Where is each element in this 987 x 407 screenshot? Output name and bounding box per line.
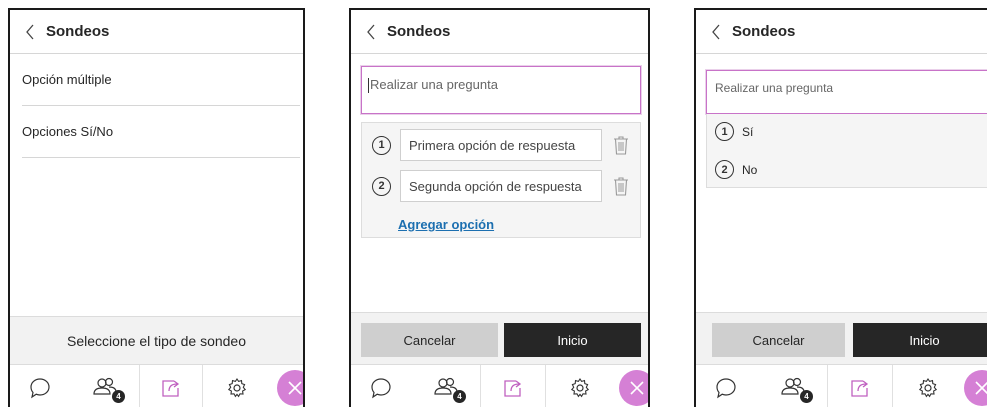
- gear-icon: [227, 377, 247, 397]
- select-poll-type-prompt: Seleccione el tipo de sondeo: [10, 316, 303, 364]
- chat-bubble-icon: [716, 377, 736, 398]
- bottom-nav: 4: [10, 364, 303, 407]
- back-chevron-icon[interactable]: [361, 22, 381, 42]
- chat-bubble-icon: [30, 377, 50, 398]
- bottom-nav: 4: [696, 364, 987, 407]
- share-icon: [851, 379, 869, 397]
- attendees-count-badge: 4: [112, 390, 125, 403]
- close-panel-button[interactable]: [619, 370, 648, 406]
- close-icon: [288, 381, 302, 395]
- page-title: Sondeos: [387, 23, 451, 40]
- share-icon: [162, 379, 180, 397]
- add-option-link[interactable]: Agregar opción: [398, 217, 494, 232]
- chat-button[interactable]: [696, 365, 756, 407]
- trash-icon[interactable]: [612, 134, 630, 156]
- share-content-button[interactable]: [827, 365, 893, 407]
- poll-type-panel: Sondeos Opción múltiple Opciones Sí/No S…: [8, 8, 305, 407]
- multiple-choice-poll-panel: Sondeos Realizar una pregunta 1 Primera …: [349, 8, 650, 407]
- cancel-button[interactable]: Cancelar: [361, 323, 498, 357]
- back-chevron-icon[interactable]: [20, 22, 40, 42]
- attendees-count-badge: 4: [453, 390, 466, 403]
- second-answer-input[interactable]: Segunda opción de respuesta: [400, 170, 602, 202]
- share-icon: [504, 379, 522, 397]
- text-caret: [368, 78, 369, 93]
- start-button[interactable]: Inicio: [853, 323, 987, 357]
- close-icon: [975, 381, 987, 395]
- poll-type-multiple-choice[interactable]: Opción múltiple: [22, 54, 300, 106]
- start-button[interactable]: Inicio: [504, 323, 641, 357]
- question-placeholder: Realizar una pregunta: [715, 81, 834, 95]
- answer-option-row: 1 Sí: [715, 122, 753, 141]
- panel-header: Sondeos: [351, 10, 648, 54]
- page-title: Sondeos: [46, 23, 110, 40]
- answer-option-row: 1 Primera opción de respuesta: [372, 129, 630, 161]
- yes-no-poll-panel: Sondeos Realizar una pregunta 1 Sí 2 No …: [694, 8, 987, 407]
- question-input[interactable]: Realizar una pregunta: [706, 70, 987, 114]
- action-bar: Cancelar Inicio: [696, 312, 987, 366]
- trash-icon[interactable]: [612, 175, 630, 197]
- chat-button[interactable]: [10, 365, 70, 407]
- option-number-badge: 2: [715, 160, 734, 179]
- settings-button[interactable]: [550, 365, 610, 407]
- answer-option-row: 2 Segunda opción de respuesta: [372, 170, 630, 202]
- gear-icon: [918, 377, 938, 397]
- option-yes-label: Sí: [742, 124, 754, 139]
- attendees-button[interactable]: 4: [74, 365, 136, 407]
- yes-no-options-box: 1 Sí 2 No: [706, 114, 987, 188]
- bottom-nav: 4: [351, 364, 648, 407]
- option-number-badge: 1: [715, 122, 734, 141]
- back-chevron-icon[interactable]: [706, 22, 726, 42]
- share-content-button[interactable]: [480, 365, 546, 407]
- attendees-button[interactable]: 4: [415, 365, 477, 407]
- question-placeholder: Realizar una pregunta: [370, 77, 498, 92]
- option-number-badge: 2: [372, 176, 391, 196]
- answer-options-box: 1 Primera opción de respuesta 2 Segunda …: [361, 122, 641, 238]
- page-title: Sondeos: [732, 23, 796, 40]
- settings-button[interactable]: [898, 365, 958, 407]
- answer-option-row: 2 No: [715, 160, 757, 179]
- close-panel-button[interactable]: [277, 370, 303, 406]
- gear-icon: [570, 377, 590, 397]
- chat-button[interactable]: [351, 365, 411, 407]
- option-number-badge: 1: [372, 135, 391, 155]
- chat-bubble-icon: [371, 377, 391, 398]
- close-panel-button[interactable]: [964, 370, 987, 406]
- attendees-button[interactable]: 4: [762, 365, 824, 407]
- attendees-count-badge: 4: [800, 390, 813, 403]
- panel-header: Sondeos: [10, 10, 303, 54]
- option-no-label: No: [742, 162, 758, 177]
- first-answer-input[interactable]: Primera opción de respuesta: [400, 129, 602, 161]
- action-bar: Cancelar Inicio: [351, 312, 648, 366]
- question-input[interactable]: Realizar una pregunta: [361, 66, 641, 114]
- poll-type-yes-no[interactable]: Opciones Sí/No: [22, 106, 300, 158]
- cancel-button[interactable]: Cancelar: [712, 323, 845, 357]
- share-content-button[interactable]: [139, 365, 203, 407]
- panel-header: Sondeos: [696, 10, 987, 54]
- close-icon: [630, 381, 644, 395]
- settings-button[interactable]: [207, 365, 267, 407]
